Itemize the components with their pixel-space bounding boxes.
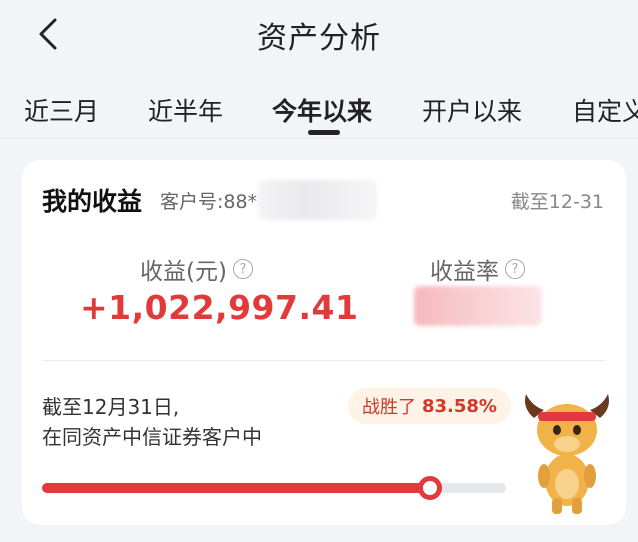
ranking-description: 截至12月31日, 在同资产中信证券客户中 bbox=[42, 392, 262, 452]
help-icon[interactable]: ? bbox=[232, 259, 253, 279]
client-id: 客户号:88* bbox=[160, 191, 258, 213]
help-icon[interactable]: ? bbox=[505, 259, 525, 279]
tab-since-account-open[interactable]: 开户以来 bbox=[422, 92, 522, 128]
rate-label: 收益率 bbox=[430, 259, 499, 285]
progress-fill bbox=[42, 483, 430, 493]
profit-label-group: 收益(元) ? bbox=[140, 252, 253, 286]
rate-label-group: 收益率 ? bbox=[430, 252, 525, 286]
profit-label: 收益(元) bbox=[140, 259, 227, 285]
bull-mascot-icon bbox=[525, 394, 609, 514]
back-button[interactable] bbox=[28, 14, 68, 54]
client-id-redaction bbox=[258, 180, 378, 220]
active-tab-indicator bbox=[308, 130, 340, 135]
profit-card: 我的收益 客户号:88* 截至12-31 收益(元) ? +1,022,997.… bbox=[22, 160, 626, 525]
card-title: 我的收益 bbox=[42, 187, 143, 216]
profit-value: +1,022,997.41 bbox=[80, 288, 359, 327]
top-bar: 资产分析 bbox=[0, 0, 638, 70]
ranking-progress-bar bbox=[42, 476, 506, 500]
tab-year-to-date[interactable]: 今年以来 bbox=[272, 92, 372, 128]
rate-value-redaction bbox=[414, 286, 542, 326]
tab-last-half-year[interactable]: 近半年 bbox=[148, 92, 223, 128]
as-of-date: 截至12-31 bbox=[510, 191, 604, 213]
beat-percentage-badge: 战胜了 83.58% bbox=[348, 388, 511, 424]
badge-value: 83.58% bbox=[422, 395, 497, 417]
ranking-line-1: 截至12月31日, bbox=[42, 395, 180, 419]
progress-knob bbox=[417, 476, 442, 500]
chevron-left-icon bbox=[39, 18, 57, 50]
ranking-line-2: 在同资产中信证券客户中 bbox=[42, 425, 262, 449]
page-title: 资产分析 bbox=[257, 21, 381, 56]
tab-custom[interactable]: 自定义 bbox=[572, 92, 638, 128]
tab-last-three-months[interactable]: 近三月 bbox=[24, 92, 99, 128]
badge-prefix: 战胜了 bbox=[362, 397, 416, 418]
divider bbox=[42, 360, 606, 361]
